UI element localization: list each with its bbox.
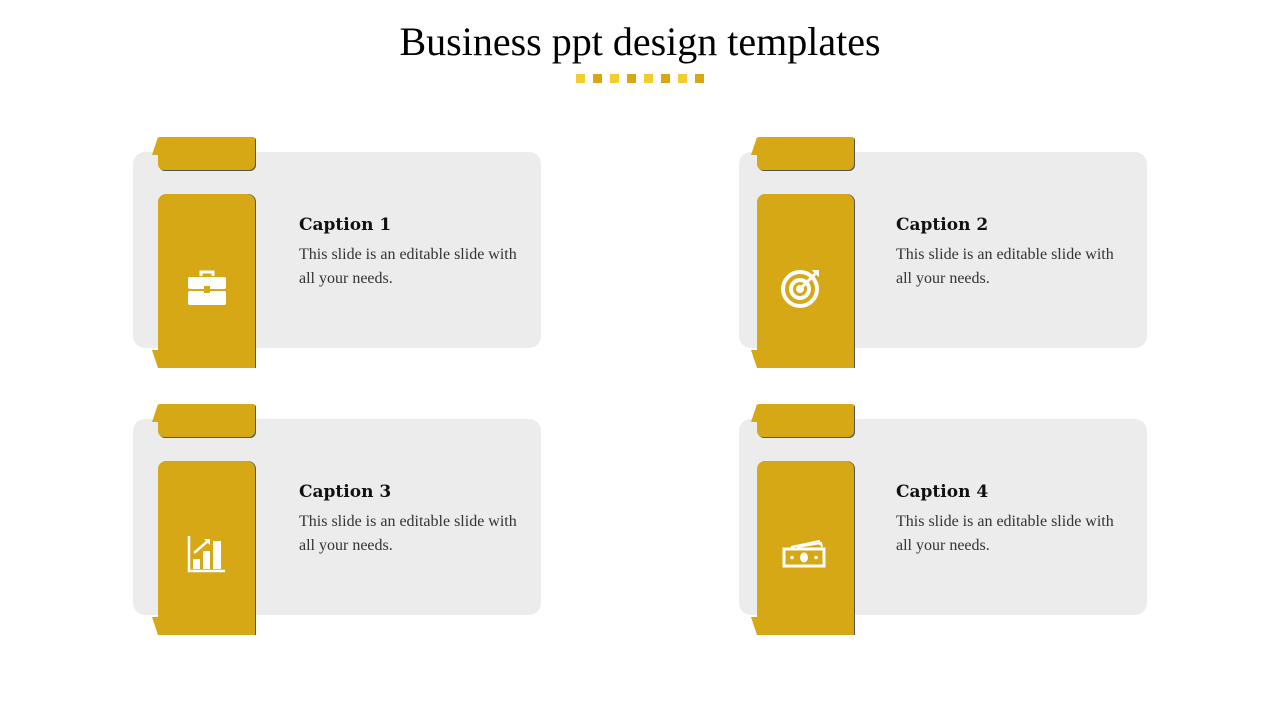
card-tab bbox=[751, 137, 854, 170]
icon-strip bbox=[751, 194, 854, 368]
card-description: This slide is an editable slide with all… bbox=[299, 513, 517, 554]
card-description: This slide is an editable slide with all… bbox=[299, 246, 517, 287]
growth-chart-icon bbox=[184, 531, 230, 577]
decor-dot bbox=[644, 74, 653, 83]
card-caption: Caption 3 bbox=[299, 482, 392, 502]
decor-dot bbox=[627, 74, 636, 83]
card-description: This slide is an editable slide with all… bbox=[896, 246, 1114, 287]
icon-strip bbox=[152, 194, 255, 368]
decor-dot bbox=[695, 74, 704, 83]
card-description: This slide is an editable slide with all… bbox=[896, 513, 1114, 554]
card-tab bbox=[152, 404, 255, 437]
card-caption: Caption 2 bbox=[896, 215, 989, 235]
card-tab bbox=[152, 137, 255, 170]
caption-card-2: Caption 2 This slide is an editable slid… bbox=[739, 137, 1147, 368]
card-tab bbox=[751, 404, 854, 437]
decor-dot bbox=[610, 74, 619, 83]
icon-strip bbox=[751, 461, 854, 635]
caption-card-3: Caption 3 This slide is an editable slid… bbox=[133, 404, 541, 635]
decor-dot bbox=[661, 74, 670, 83]
caption-card-4: Caption 4 This slide is an editable slid… bbox=[739, 404, 1147, 635]
card-caption: Caption 4 bbox=[896, 482, 989, 502]
slide-title: Business ppt design templates bbox=[399, 19, 881, 64]
target-icon bbox=[779, 264, 825, 310]
decor-dot bbox=[576, 74, 585, 83]
caption-card-1: Caption 1 This slide is an editable slid… bbox=[133, 137, 541, 368]
icon-strip bbox=[152, 461, 255, 635]
money-icon bbox=[781, 529, 827, 575]
briefcase-icon bbox=[184, 264, 230, 310]
card-caption: Caption 1 bbox=[299, 215, 392, 235]
decor-dot bbox=[593, 74, 602, 83]
decor-dot bbox=[678, 74, 687, 83]
title-underline-dots bbox=[576, 74, 704, 83]
